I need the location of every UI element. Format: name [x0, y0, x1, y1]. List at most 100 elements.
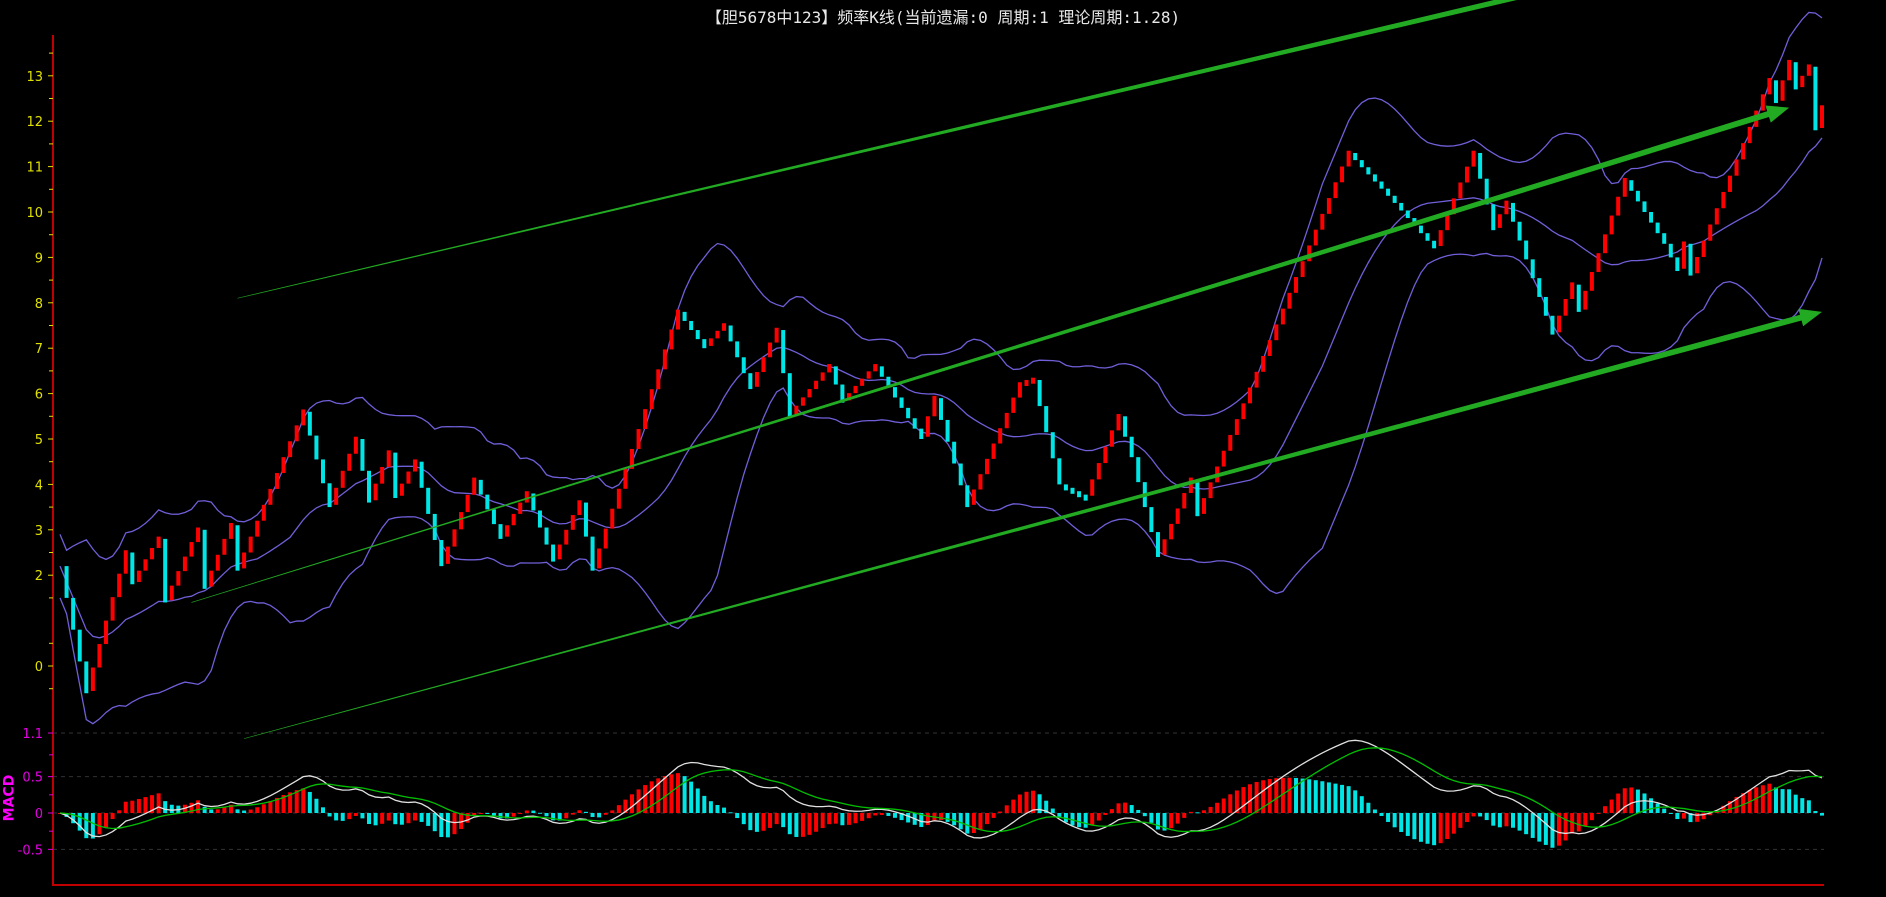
- kline-bar-down: [314, 435, 319, 460]
- macd-histogram-bar: [1629, 787, 1634, 813]
- macd-histogram-bar: [761, 813, 766, 831]
- kline-bar-up: [1787, 59, 1792, 81]
- kline-bar-up: [1234, 419, 1239, 435]
- kline-bar-up: [1017, 382, 1022, 398]
- macd-histogram-bar: [1813, 810, 1818, 813]
- kline-bar-up: [722, 323, 727, 331]
- macd-histogram-bar: [1136, 809, 1141, 813]
- kline-bar-down: [1136, 457, 1141, 483]
- kline-bar-down: [781, 330, 786, 374]
- kline-bar-up: [754, 372, 759, 387]
- kline-bar-down: [912, 418, 917, 429]
- macd-histogram-bar: [485, 813, 490, 814]
- macd-histogram-bar: [1294, 778, 1299, 813]
- kline-bar-up: [597, 548, 602, 569]
- macd-histogram-bar: [1346, 786, 1351, 813]
- kline-bar-down: [1537, 278, 1542, 297]
- kline-bar-up: [196, 527, 201, 543]
- kline-bar-down: [1530, 259, 1535, 279]
- kline-bar-up: [1681, 241, 1686, 269]
- kline-bar-down: [1155, 532, 1160, 558]
- macd-histogram-bar: [1392, 813, 1397, 828]
- kline-bar-up: [524, 491, 529, 503]
- macd-histogram-bar: [1524, 813, 1529, 835]
- macd-histogram-bar: [1320, 781, 1325, 813]
- kline-bar-up: [465, 494, 470, 513]
- kline-bar-up: [452, 529, 457, 547]
- macd-histogram-bar: [1228, 794, 1233, 813]
- kline-bar-down: [327, 483, 332, 508]
- kline-chart[interactable]: 0 2 3 4 5 6 7 8 9 10 11 12 13 1.1 0.5 0 -0.5: [0, 0, 1886, 897]
- macd-histogram-bar: [327, 813, 332, 817]
- macd-histogram-bar: [1307, 779, 1312, 813]
- kline-bar-up: [761, 357, 766, 373]
- macd-histogram-bar: [1681, 813, 1686, 819]
- kline-bar-down: [590, 536, 595, 571]
- macd-histogram-bar: [1471, 813, 1476, 817]
- macd-histogram-bar: [616, 805, 621, 813]
- kline-bar-down: [1773, 80, 1778, 104]
- macd-histogram-bar: [518, 813, 523, 814]
- kline-bar-up: [347, 453, 352, 471]
- macd-histogram-bar: [873, 813, 878, 816]
- kline-bar-up: [774, 327, 779, 343]
- kline-bar-up: [1497, 214, 1502, 228]
- macd-histogram-bar: [1359, 796, 1364, 813]
- macd-histogram-bar: [866, 813, 871, 819]
- kline-bar-up: [853, 385, 858, 394]
- macd-histogram-bar: [833, 813, 838, 824]
- macd-histogram-bar: [879, 813, 884, 815]
- kline-bar-down: [1425, 233, 1430, 241]
- kline-bar-up: [288, 441, 293, 458]
- kline-bar-up: [176, 571, 181, 586]
- kline-bar-up: [866, 371, 871, 379]
- macd-histogram-bar: [971, 813, 976, 834]
- macd-histogram-bar: [860, 813, 865, 821]
- macd-histogram-bar: [735, 813, 740, 819]
- kline-bar-up: [1760, 94, 1765, 111]
- kline-bar-down: [439, 540, 444, 567]
- kline-bar-down: [1405, 210, 1410, 219]
- kline-bar-up: [399, 483, 404, 496]
- macd-histogram-bar: [1241, 787, 1246, 813]
- macd-histogram-bar: [570, 813, 575, 815]
- kline-bar-up: [1182, 493, 1187, 509]
- kline-bar-down: [1195, 479, 1200, 517]
- macd-histogram-bar: [610, 810, 615, 813]
- kline-bar-down: [952, 441, 957, 464]
- kline-bar-up: [978, 474, 983, 490]
- kline-bar-up: [1287, 292, 1292, 309]
- kline-bar-down: [1123, 416, 1128, 437]
- kline-bar-down: [1793, 62, 1798, 90]
- macd-histogram-bar: [1793, 794, 1798, 813]
- macd-histogram-bar: [248, 809, 253, 813]
- kline-bar-down: [1372, 174, 1377, 182]
- kline-bar-down: [1662, 233, 1667, 244]
- macd-histogram-bar: [1188, 811, 1193, 813]
- kline-bar-up: [1103, 446, 1108, 464]
- kline-bar-down: [1057, 458, 1062, 485]
- kline-bar-down: [84, 661, 89, 694]
- macd-tick-label: 1.1: [22, 727, 43, 742]
- macd-histogram-bar: [242, 810, 247, 813]
- macd-histogram-bar: [794, 813, 799, 837]
- kline-bar-up: [97, 644, 102, 668]
- macd-histogram-bar: [1622, 788, 1627, 813]
- macd-histogram-bar: [196, 800, 201, 813]
- macd-histogram-bar: [406, 813, 411, 824]
- macd-histogram-bar: [787, 813, 792, 835]
- kline-bar-down: [1649, 212, 1654, 223]
- macd-histogram-bar: [958, 813, 963, 830]
- kline-bar-down: [1359, 160, 1364, 168]
- macd-histogram-bar: [1057, 813, 1062, 817]
- macd-histogram-bar: [1123, 802, 1128, 813]
- macd-histogram-bar: [1175, 813, 1180, 824]
- macd-histogram-bar: [1195, 812, 1200, 814]
- macd-histogram-bar: [965, 813, 970, 834]
- kline-bar-up: [662, 349, 667, 370]
- macd-histogram-bar: [1583, 813, 1588, 827]
- macd-histogram-bar: [1399, 813, 1404, 832]
- macd-histogram-bar: [1083, 813, 1088, 828]
- macd-histogram-bar: [215, 809, 220, 813]
- kline-bar-down: [498, 524, 503, 539]
